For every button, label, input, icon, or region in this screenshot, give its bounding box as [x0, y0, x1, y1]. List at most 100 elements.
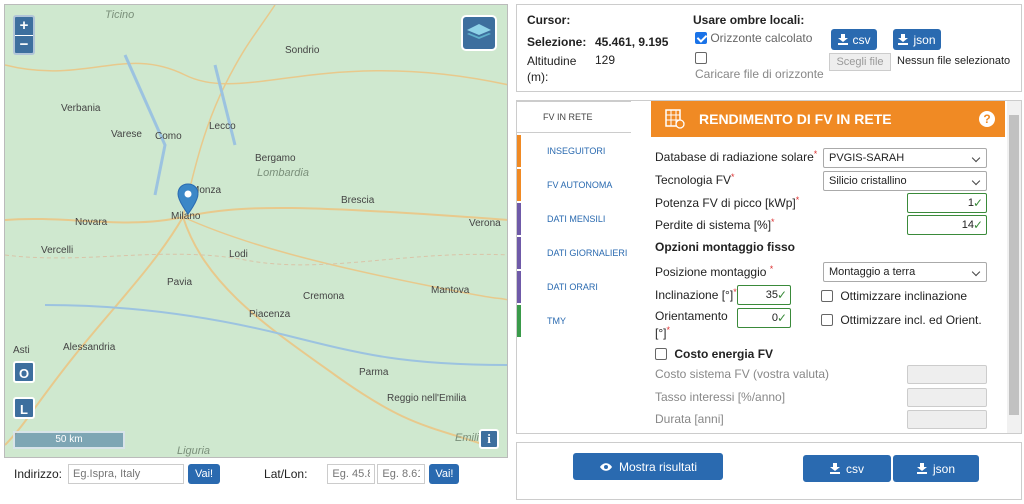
- latlon-label: Lat/Lon:: [264, 467, 308, 481]
- map-label: Lodi: [229, 249, 248, 260]
- tab-list: FV IN RETE INSEGUITORI FV AUTONOMA DATI …: [517, 101, 631, 433]
- bottom-json-button[interactable]: json: [893, 455, 979, 482]
- info-csv-label: csv: [852, 32, 871, 47]
- bottom-panel: Mostra risultati csv json: [516, 442, 1022, 500]
- tab-label: DATI ORARI: [547, 282, 598, 292]
- layers-button[interactable]: [461, 15, 497, 51]
- download-icon: [837, 34, 848, 45]
- map-label: Reggio nell'Emilia: [387, 393, 467, 404]
- opt-both-row: Ottimizzare incl. ed Orient.: [821, 313, 982, 327]
- duration-input[interactable]: [907, 410, 987, 429]
- map-label: Vercelli: [41, 245, 74, 256]
- shadows-title: Usare ombre locali:: [693, 13, 805, 27]
- db-select[interactable]: PVGIS-SARAH: [823, 148, 987, 168]
- show-results-button[interactable]: Mostra risultati: [573, 453, 723, 480]
- tab-dati-mensili[interactable]: DATI MENSILI: [517, 203, 631, 235]
- zoom-control: + −: [13, 15, 35, 55]
- map-label: Varese: [111, 129, 142, 140]
- horizon-upload-checkbox[interactable]: [695, 52, 707, 64]
- map-label: Asti: [13, 345, 30, 356]
- selection-value: 45.461, 9.195: [595, 35, 669, 49]
- zoom-out-button[interactable]: −: [15, 35, 33, 53]
- map[interactable]: Ticino Sondrio Verbania Lecco Varese Com…: [4, 4, 508, 458]
- horizon-calc-checkbox[interactable]: [695, 32, 707, 44]
- info-json-button[interactable]: json: [893, 29, 941, 50]
- orient-label: Orientamento [°]*: [655, 309, 728, 340]
- horizon-calc-label: Orizzonte calcolato: [710, 31, 813, 45]
- map-label: Liguria: [177, 445, 211, 457]
- cost-sys-input[interactable]: [907, 365, 987, 384]
- orient-input[interactable]: 0: [737, 308, 791, 328]
- info-panel: Cursor: Selezione: 45.461, 9.195 Altitud…: [516, 4, 1022, 92]
- scrollbar[interactable]: [1007, 101, 1021, 433]
- choose-file-button[interactable]: Scegli file: [829, 53, 891, 71]
- tab-tmy[interactable]: TMY: [517, 305, 631, 337]
- help-icon[interactable]: ?: [979, 111, 995, 127]
- loss-label: Perdite di sistema [%]*: [655, 217, 775, 232]
- bottom-csv-label: csv: [846, 461, 864, 476]
- pos-select[interactable]: Montaggio a terra: [823, 262, 987, 282]
- lat-input[interactable]: [327, 464, 376, 484]
- incl-input[interactable]: 35: [737, 285, 791, 305]
- download-icon: [898, 34, 909, 45]
- address-go-button[interactable]: Vai!: [188, 464, 221, 484]
- info-button[interactable]: i: [479, 429, 499, 449]
- map-label: Sondrio: [285, 45, 320, 56]
- map-label: Verona: [469, 218, 501, 229]
- eye-icon: [599, 462, 612, 471]
- tab-dati-giornalieri[interactable]: DATI GIORNALIERI: [517, 237, 631, 269]
- download-icon: [916, 463, 927, 474]
- map-label: Alessandria: [63, 342, 116, 353]
- tab-dati-orari[interactable]: DATI ORARI: [517, 271, 631, 303]
- db-label: Database di radiazione solare*: [655, 149, 818, 164]
- map-l-button[interactable]: L: [13, 397, 35, 419]
- map-label: Mantova: [431, 285, 470, 296]
- layers-icon: [467, 24, 491, 39]
- tab-label: FV IN RETE: [543, 112, 593, 122]
- loss-input[interactable]: 14: [907, 215, 987, 235]
- map-label: Como: [155, 131, 182, 142]
- solar-panel-icon: [665, 109, 685, 129]
- cost-row: Costo energia FV: [655, 347, 773, 361]
- opt-incl-label: Ottimizzare inclinazione: [840, 289, 968, 303]
- tab-label: DATI MENSILI: [547, 214, 606, 224]
- panel-title: RENDIMENTO DI FV IN RETE: [699, 111, 892, 127]
- download-icon: [830, 463, 840, 474]
- scrollbar-thumb[interactable]: [1009, 115, 1019, 415]
- zoom-in-button[interactable]: +: [15, 17, 33, 35]
- duration-label: Durata [anni]: [655, 412, 724, 426]
- location-marker-icon[interactable]: [177, 183, 199, 218]
- map-label: Brescia: [341, 195, 375, 206]
- horizon-upload-checkbox-wrap: [695, 51, 707, 65]
- address-input[interactable]: [68, 464, 185, 484]
- map-roads: [5, 5, 507, 446]
- horizon-calc-row: Orizzonte calcolato: [695, 31, 812, 45]
- tech-select[interactable]: Silicio cristallino: [823, 171, 987, 191]
- opt-incl-row: Ottimizzare inclinazione: [821, 289, 967, 303]
- address-label: Indirizzo:: [14, 467, 63, 481]
- tab-fv-in-rete[interactable]: FV IN RETE: [517, 101, 631, 133]
- map-label: Cremona: [303, 291, 345, 302]
- lon-input[interactable]: [377, 464, 426, 484]
- tab-label: TMY: [547, 316, 566, 326]
- main-panel: FV IN RETE INSEGUITORI FV AUTONOMA DATI …: [516, 100, 1022, 434]
- interest-label: Tasso interessi [%/anno]: [655, 390, 786, 404]
- peak-input[interactable]: 1: [907, 193, 987, 213]
- mount-title: Opzioni montaggio fisso: [655, 240, 795, 254]
- bottom-csv-button[interactable]: csv: [803, 455, 891, 482]
- map-label: Novara: [75, 217, 108, 228]
- tab-inseguitori[interactable]: INSEGUITORI: [517, 135, 631, 167]
- opt-both-checkbox[interactable]: [821, 314, 833, 326]
- map-o-button[interactable]: O: [13, 361, 35, 383]
- cost-checkbox[interactable]: [655, 348, 667, 360]
- interest-input[interactable]: [907, 388, 987, 407]
- altitude-label: Altitudine (m):: [527, 54, 577, 84]
- info-csv-button[interactable]: csv: [831, 29, 877, 50]
- opt-incl-checkbox[interactable]: [821, 290, 833, 302]
- tab-fv-autonoma[interactable]: FV AUTONOMA: [517, 169, 631, 201]
- horizon-upload-label: Caricare file di orizzonte: [695, 67, 824, 81]
- peak-label: Potenza FV di picco [kWp]*: [655, 195, 800, 210]
- tech-label: Tecnologia FV*: [655, 172, 735, 187]
- map-label: Lecco: [209, 121, 236, 132]
- latlon-go-button[interactable]: Vai!: [429, 464, 460, 484]
